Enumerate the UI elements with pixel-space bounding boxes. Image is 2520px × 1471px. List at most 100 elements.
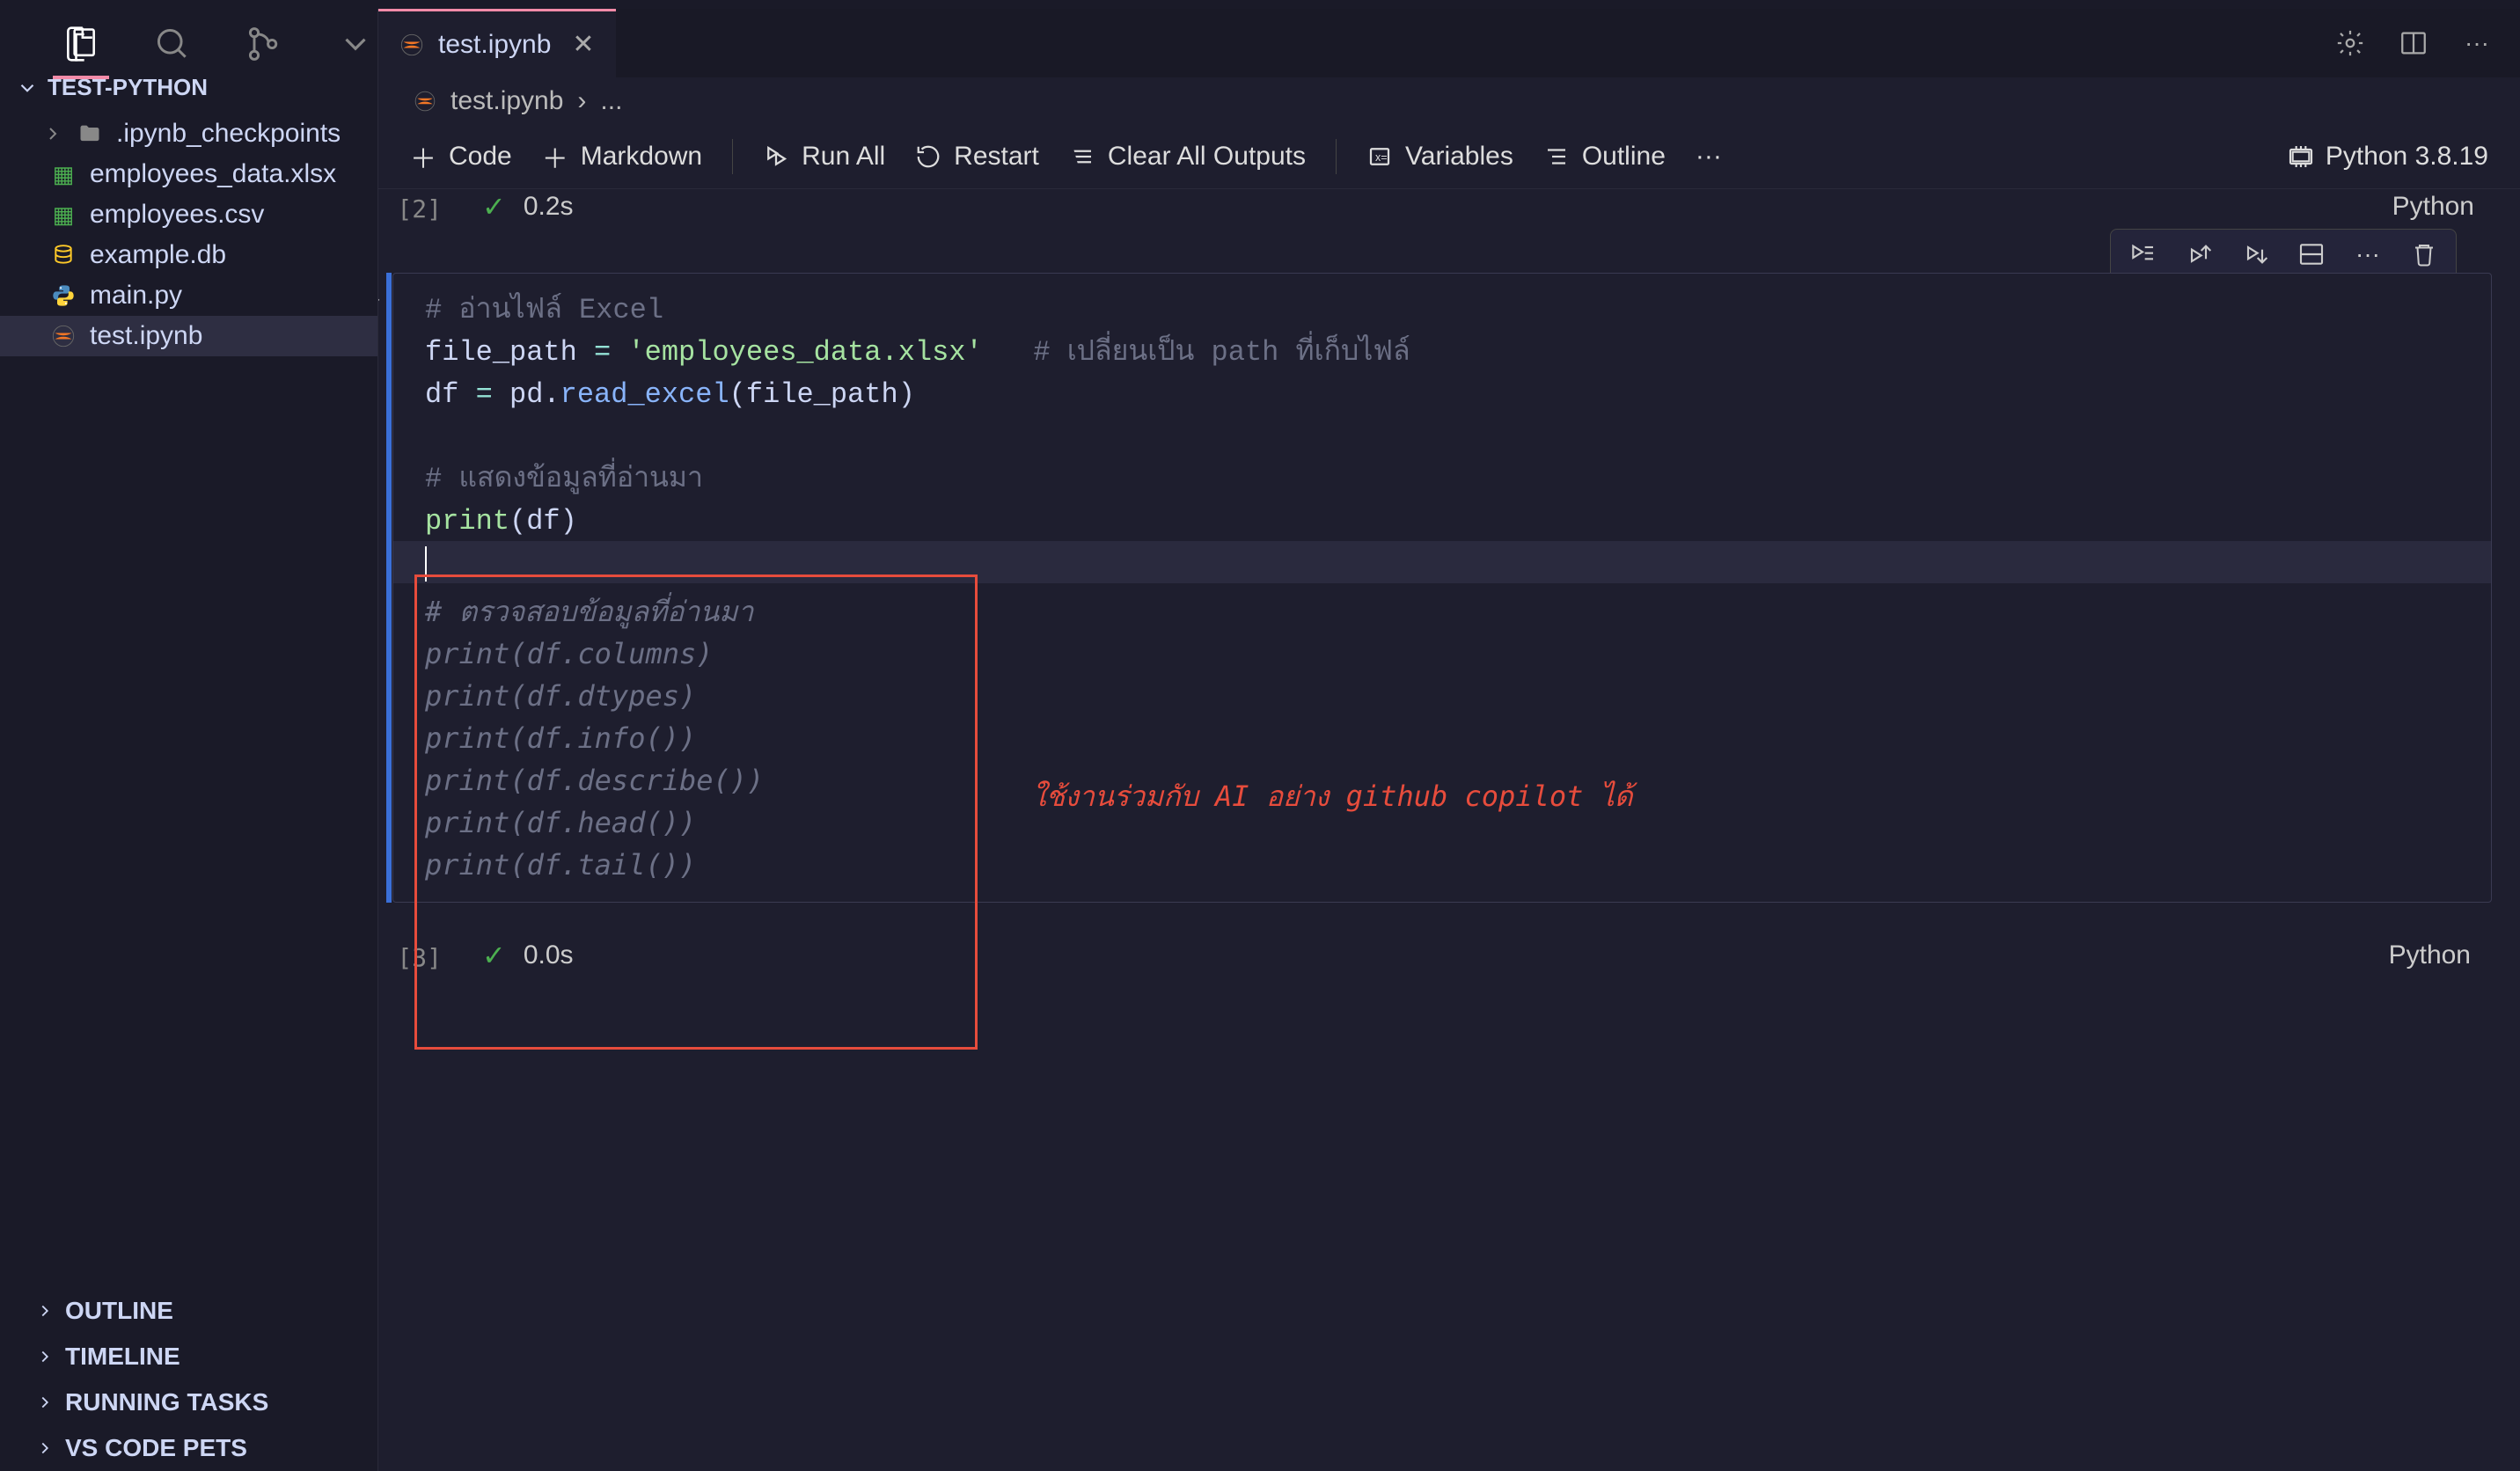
vscode-pets-panel[interactable]: VS CODE PETS [0,1425,377,1471]
restart-icon [915,143,941,170]
run-all-icon [763,143,789,170]
code-line: df = pd.read_excel(file_path) [425,374,2459,416]
database-icon [49,241,77,269]
exec-count: [3] [385,938,447,972]
svg-text:x=: x= [1375,151,1388,164]
chevron-right-icon [35,1393,55,1412]
execute-below-icon[interactable] [2239,238,2271,270]
breadcrumb-rest: ... [600,86,622,116]
panel-label: VS CODE PETS [65,1434,247,1462]
search-icon[interactable] [151,23,194,65]
file-name: main.py [90,281,182,311]
notebook-body[interactable]: [2] ✓ 0.2s Python ··· [378,189,2520,1471]
cell-status-bar: [3] ✓ 0.0s Python [385,938,2506,972]
chevron-down-icon[interactable] [334,23,377,65]
btn-label: Variables [1405,142,1513,172]
panel-label: RUNNING TASKS [65,1388,268,1416]
kernel-icon [2287,143,2315,171]
code-line: # แสดงข้อมูลที่อ่านมา [425,458,2459,501]
cell-lang[interactable]: Python [2389,940,2488,970]
file-name: test.ipynb [90,321,202,351]
editor-area: test.ipynb ✕ ··· test.ipynb › ... ＋ Code [378,9,2520,1471]
tab-label: test.ipynb [438,30,551,60]
btn-label: Markdown [581,142,702,172]
explorer-header[interactable]: TEST-PYTHON [0,65,377,110]
breadcrumb-file: test.ipynb [451,86,563,116]
tree-item-csv[interactable]: ▦ employees.csv [0,194,377,235]
excel-icon: ▦ [49,160,77,188]
chevron-right-icon [35,1438,55,1458]
chevron-right-icon [35,1347,55,1366]
gear-icon[interactable] [2333,26,2367,60]
clear-icon [1069,143,1095,170]
code-line: print(df) [425,501,2459,543]
close-icon[interactable]: ✕ [572,29,594,60]
add-code-button[interactable]: ＋ Code [410,137,512,176]
code-line: # อ่านไฟล์ Excel [425,289,2459,332]
ghost-line: # ตรวจสอบข้อมูลที่อ่านมา [425,590,2459,633]
chevron-right-icon [35,1301,55,1321]
code-cell-container: ··· # อ่านไฟล์ Excel file_path = 'employ… [385,273,2506,903]
plus-icon: ＋ [542,137,568,176]
chevron-right-icon [42,123,63,144]
ghost-line: print(df.tail()) [425,844,2459,886]
execute-above-icon[interactable] [2183,238,2215,270]
outline-button[interactable]: Outline [1543,142,1666,172]
ghost-line: print(df.columns) [425,633,2459,675]
outline-panel[interactable]: OUTLINE [0,1288,377,1334]
divider [732,139,733,174]
source-control-icon[interactable] [243,23,285,65]
btn-label: Code [449,142,512,172]
notebook-toolbar: ＋ Code ＋ Markdown Run All Restart Clear … [378,125,2520,189]
chevron-down-icon [16,77,39,99]
sidebar-bottom-panels: OUTLINE TIMELINE RUNNING TASKS VS CODE P… [0,1288,377,1471]
ghost-line: print(df.info()) [425,717,2459,759]
tree-folder[interactable]: .ipynb_checkpoints [0,113,377,154]
sidebar: TEST-PYTHON .ipynb_checkpoints ▦ employe… [0,9,378,1471]
panel-label: OUTLINE [65,1297,173,1325]
kernel-picker[interactable]: Python 3.8.19 [2287,142,2488,172]
copilot-ghost-suggestion: ใช้งานร่วมกับ AI อย่าง github copilot ได… [425,590,2459,886]
file-tree: .ipynb_checkpoints ▦ employees_data.xlsx… [0,110,377,1288]
tab-bar: test.ipynb ✕ ··· [378,9,2520,77]
split-cell-icon[interactable] [2296,238,2327,270]
csv-icon: ▦ [49,201,77,229]
explorer-icon[interactable] [60,23,102,65]
clear-all-button[interactable]: Clear All Outputs [1069,142,1306,172]
tree-item-ipynb[interactable]: test.ipynb [0,316,377,356]
titlebar [0,0,2520,9]
more-icon[interactable]: ··· [2352,238,2384,270]
panel-label: TIMELINE [65,1343,180,1371]
text-cursor [425,546,427,582]
split-icon[interactable] [2397,26,2430,60]
code-cell[interactable]: # อ่านไฟล์ Excel file_path = 'employees_… [392,273,2492,903]
variables-button[interactable]: x= Variables [1366,142,1513,172]
more-icon[interactable]: ··· [2460,26,2494,60]
jupyter-icon [49,322,77,350]
btn-label: Outline [1582,142,1666,172]
file-name: employees_data.xlsx [90,159,336,189]
restart-button[interactable]: Restart [915,142,1039,172]
btn-label: Restart [954,142,1039,172]
run-all-button[interactable]: Run All [763,142,885,172]
running-tasks-panel[interactable]: RUNNING TASKS [0,1380,377,1425]
tree-item-py[interactable]: main.py [0,275,377,316]
code-line [425,416,2459,458]
ghost-line: print(df.dtypes) [425,675,2459,717]
btn-label: Clear All Outputs [1108,142,1306,172]
add-markdown-button[interactable]: ＋ Markdown [542,137,702,176]
jupyter-icon [414,90,436,113]
run-by-line-icon[interactable] [2127,238,2158,270]
breadcrumb-sep: › [577,86,586,116]
run-cell-gutter[interactable] [378,289,384,315]
cursor-line [425,543,2459,585]
delete-icon[interactable] [2408,238,2440,270]
tree-item-db[interactable]: example.db [0,235,377,275]
exec-count: [2] [385,189,447,223]
timeline-panel[interactable]: TIMELINE [0,1334,377,1380]
cell-lang[interactable]: Python [2392,192,2492,222]
more-button[interactable]: ··· [1696,142,1722,172]
btn-label: Run All [802,142,885,172]
tree-item-xlsx[interactable]: ▦ employees_data.xlsx [0,154,377,194]
breadcrumb[interactable]: test.ipynb › ... [378,77,2520,125]
